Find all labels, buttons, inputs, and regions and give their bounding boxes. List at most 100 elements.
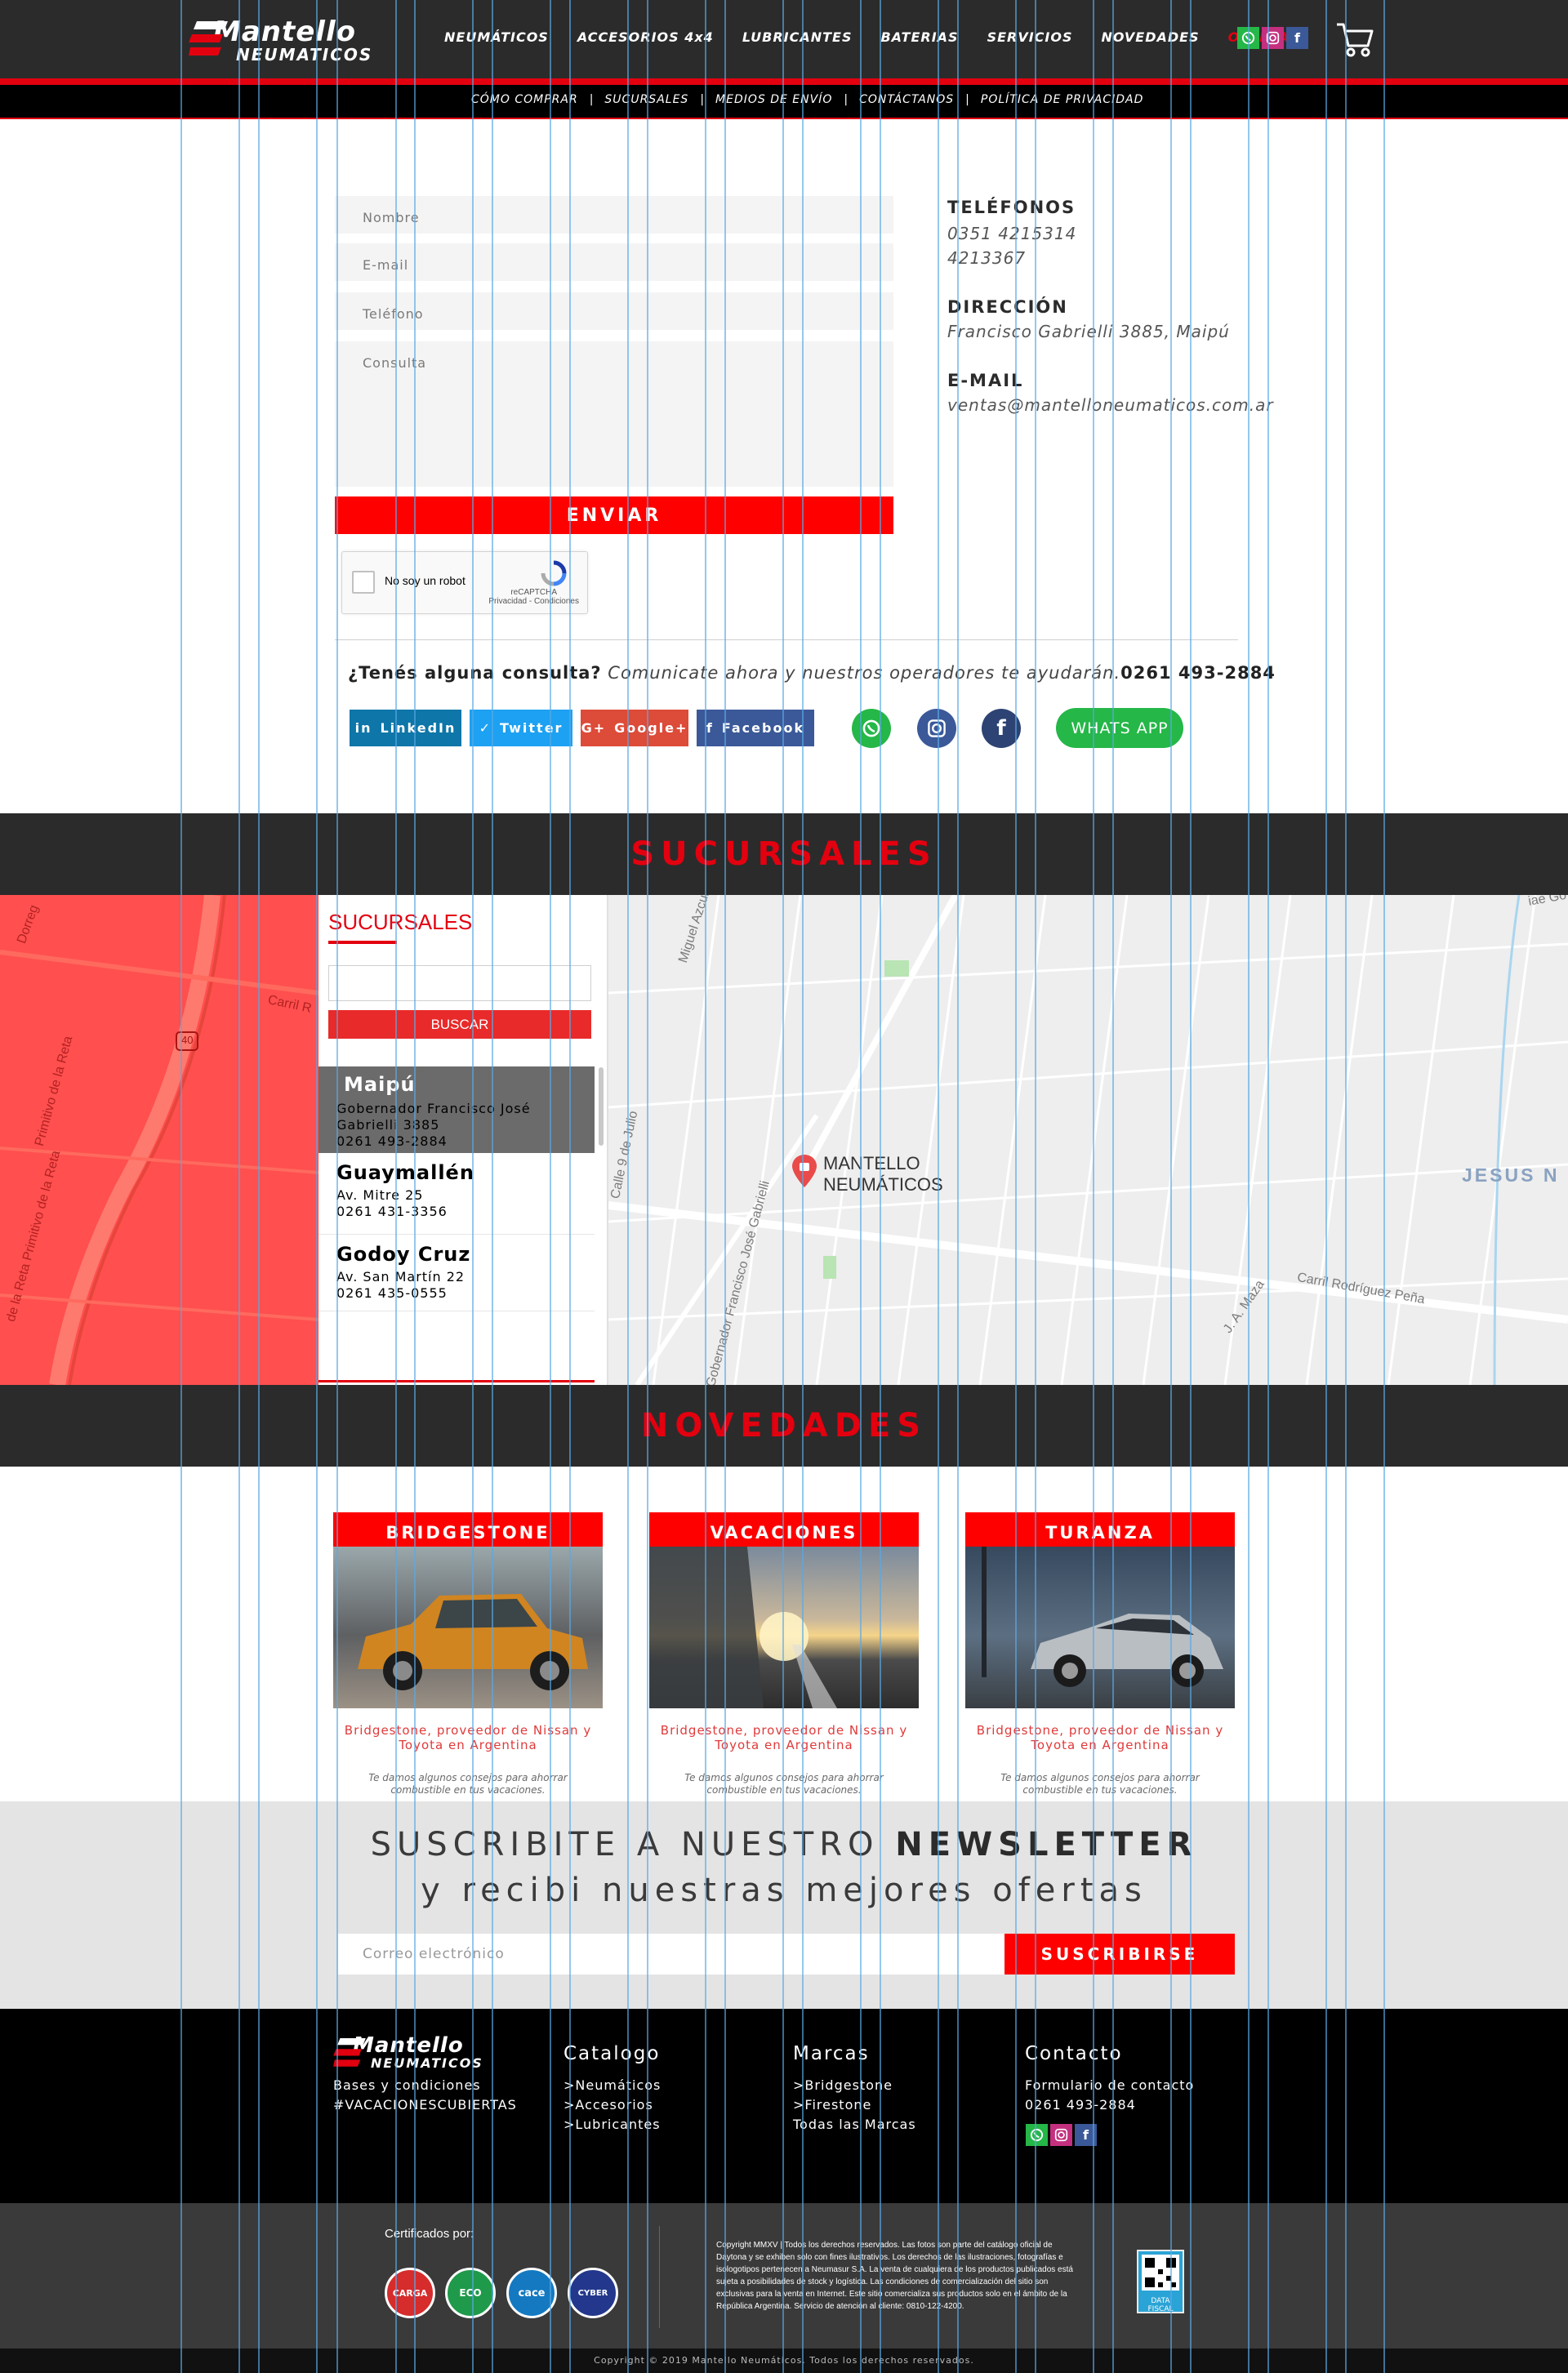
- consult-phone[interactable]: 0261 493-2884: [1120, 663, 1276, 683]
- address-title: DIRECCIÓN: [947, 297, 1068, 317]
- nav-item-accesorios[interactable]: ACCESORIOS 4x4: [577, 29, 714, 54]
- subnav-como-comprar[interactable]: CÓMO COMPRAR: [471, 93, 578, 106]
- recaptcha-checkbox[interactable]: [352, 571, 375, 594]
- news-card-image: [333, 1547, 603, 1708]
- branch-item-godoy-cruz[interactable]: Godoy Cruz Av. San Martín 22 0261 435-05…: [318, 1238, 595, 1311]
- header-red-line: [0, 78, 1568, 85]
- query-textarea[interactable]: Consulta: [335, 341, 893, 487]
- send-button[interactable]: ENVIAR: [335, 496, 893, 534]
- news-card-title[interactable]: Bridgestone, proveedor de Nissan y Toyot…: [333, 1723, 603, 1752]
- consult-question: ¿Tenés alguna consulta?: [348, 663, 602, 683]
- branch-name: Godoy Cruz: [336, 1243, 471, 1266]
- footer-link-all-brands[interactable]: Todas las Marcas: [793, 2115, 916, 2135]
- news-card-turanza[interactable]: TURANZA Bridgestone, proveedor de Nissan…: [965, 1512, 1235, 1796]
- divider: [335, 639, 1238, 640]
- linkedin-share-button[interactable]: in LinkedIn: [350, 710, 461, 746]
- name-placeholder: Nombre: [363, 210, 420, 225]
- facebook-icon[interactable]: f: [1286, 27, 1308, 49]
- site-logo[interactable]: Mantello NEUMATICOS: [189, 18, 393, 64]
- whatsapp-circle-icon[interactable]: [852, 709, 891, 748]
- google-plus-icon: G+: [581, 720, 607, 736]
- footer-contact-phone[interactable]: 0261 493-2884: [1025, 2095, 1136, 2115]
- phone-1: 0351 4215314: [947, 224, 1077, 243]
- newsletter-email-input[interactable]: Correo electrónico: [338, 1934, 1004, 1975]
- map-pin-icon[interactable]: [792, 1155, 817, 1187]
- name-field[interactable]: Nombre: [335, 196, 893, 234]
- footer-link-accesorios[interactable]: >Accesorios: [564, 2095, 653, 2115]
- subnav-sucursales[interactable]: SUCURSALES: [604, 93, 688, 106]
- branch-name: Maipú: [344, 1073, 416, 1096]
- query-placeholder: Consulta: [363, 355, 427, 371]
- route-marker: 40: [181, 1034, 194, 1046]
- google-share-button[interactable]: G+ Google+: [581, 710, 688, 746]
- branches-scrollbar[interactable]: [599, 1067, 604, 1146]
- subscribe-button[interactable]: SUSCRIBIRSE: [1004, 1934, 1235, 1975]
- footer-logo[interactable]: Mantello NEUMATICOS: [333, 2035, 497, 2071]
- recaptcha-logo-icon: [541, 560, 567, 586]
- phone-field[interactable]: Teléfono: [335, 292, 893, 330]
- footer-link-firestone[interactable]: >Firestone: [793, 2095, 871, 2115]
- footer-link-bridgestone[interactable]: >Bridgestone: [793, 2076, 893, 2095]
- email-text[interactable]: ventas@mantelloneumaticos.com.ar: [947, 395, 1274, 415]
- footer-link-neumaticos[interactable]: >Neumáticos: [564, 2076, 661, 2095]
- nav-item-neumaticos[interactable]: NEUMÁTICOS: [444, 29, 549, 54]
- branch-search-input[interactable]: [328, 965, 591, 1001]
- instagram-icon[interactable]: [1262, 27, 1284, 49]
- footer-catalog-title: Catalogo: [564, 2043, 661, 2064]
- certificate-badge-cace[interactable]: cace: [506, 2268, 557, 2318]
- branch-search-button[interactable]: BUSCAR: [328, 1010, 591, 1039]
- sucursales-section-header: SUCURSALES: [0, 813, 1568, 895]
- certificate-badge-eco[interactable]: ECO: [445, 2268, 496, 2318]
- facebook-label: Facebook: [721, 720, 805, 736]
- novedades-title: NOVEDADES: [640, 1407, 928, 1445]
- cart-icon[interactable]: [1335, 21, 1374, 57]
- recaptcha-label: No soy un robot: [385, 574, 466, 587]
- footer-facebook-icon[interactable]: f: [1075, 2124, 1097, 2146]
- map-highlight-overlay: 40 Carril R Primitivo de la Reta de la R…: [0, 895, 318, 1385]
- recaptcha-links[interactable]: Privacidad - Condiciones: [488, 597, 579, 606]
- news-card-title[interactable]: Bridgestone, proveedor de Nissan y Toyot…: [649, 1723, 919, 1752]
- subnav-politica-privacidad[interactable]: POLÍTICA DE PRIVACIDAD: [981, 93, 1144, 106]
- nav-item-novedades[interactable]: NOVEDADES: [1102, 29, 1200, 54]
- branches-panel-title: SUCURSALES: [328, 910, 473, 934]
- news-card-header: VACACIONES: [649, 1512, 919, 1547]
- news-card-description: Te damos algunos consejos para ahorrar c…: [368, 1772, 568, 1796]
- subnav-medios-envio[interactable]: MEDIOS DE ENVÍO: [715, 93, 832, 106]
- facebook-circle-icon[interactable]: f: [982, 709, 1021, 748]
- news-card-vacaciones[interactable]: VACACIONES Bridgestone, proveedor de Nis…: [649, 1512, 919, 1796]
- footer-link-contact-form[interactable]: Formulario de contacto: [1025, 2076, 1194, 2095]
- branch-item-maipu[interactable]: Maipú Gobernador Francisco José Gabriell…: [318, 1066, 595, 1153]
- recaptcha-widget: No soy un robot reCAPTCHA Privacidad - C…: [341, 551, 588, 614]
- data-fiscal-qr[interactable]: DATA FISCAL: [1137, 2250, 1184, 2313]
- consult-banner: ¿Tenés alguna consulta? Comunicate ahora…: [348, 663, 1276, 683]
- news-card-bridgestone[interactable]: BRIDGESTONE Bridgestone, proveedor de Ni…: [333, 1512, 603, 1796]
- footer-instagram-icon[interactable]: [1050, 2124, 1072, 2146]
- facebook-share-button[interactable]: f Facebook: [697, 710, 814, 746]
- certificate-badge-carga[interactable]: CARGA: [385, 2268, 435, 2318]
- whatsapp-app-button[interactable]: WHATS APP: [1056, 708, 1183, 748]
- instagram-circle-icon[interactable]: [917, 709, 956, 748]
- nav-item-lubricantes[interactable]: LUBRICANTES: [742, 29, 853, 54]
- subnav-contactanos[interactable]: CONTÁCTANOS: [859, 93, 954, 106]
- whatsapp-icon[interactable]: [1237, 27, 1259, 49]
- branch-phone: 0261 493-2884: [336, 1133, 448, 1149]
- subnav-separator: |: [700, 93, 705, 106]
- phones-title: TELÉFONOS: [947, 198, 1076, 217]
- linkedin-icon: in: [354, 720, 372, 736]
- news-card-image: [965, 1547, 1235, 1708]
- legal-text: Copyright MMXV | Todos los derechos rese…: [716, 2241, 1073, 2311]
- footer-link-vacaciones[interactable]: #VACACIONESCUBIERTAS: [333, 2095, 517, 2115]
- nav-item-baterias[interactable]: BATERIAS: [880, 29, 958, 54]
- branch-item-guaymallen[interactable]: Guaymallén Av. Mitre 25 0261 431-3356: [318, 1156, 595, 1235]
- news-card-header: BRIDGESTONE: [333, 1512, 603, 1547]
- main-navigation: NEUMÁTICOS ACCESORIOS 4x4 LUBRICANTES BA…: [444, 29, 1328, 54]
- footer-whatsapp-icon[interactable]: [1026, 2124, 1048, 2146]
- email-field[interactable]: E-mail: [335, 243, 893, 281]
- branches-panel: SUCURSALES BUSCAR Maipú Gobernador Franc…: [318, 895, 608, 1385]
- certificate-badge-cyber[interactable]: CYBER: [568, 2268, 618, 2318]
- news-card-title[interactable]: Bridgestone, proveedor de Nissan y Toyot…: [965, 1723, 1235, 1752]
- footer-link-lubricantes[interactable]: >Lubricantes: [564, 2115, 661, 2135]
- twitter-share-button[interactable]: ✓ Twitter: [470, 710, 572, 746]
- nav-item-servicios[interactable]: SERVICIOS: [987, 29, 1073, 54]
- footer-link-bases[interactable]: Bases y condiciones: [333, 2076, 481, 2095]
